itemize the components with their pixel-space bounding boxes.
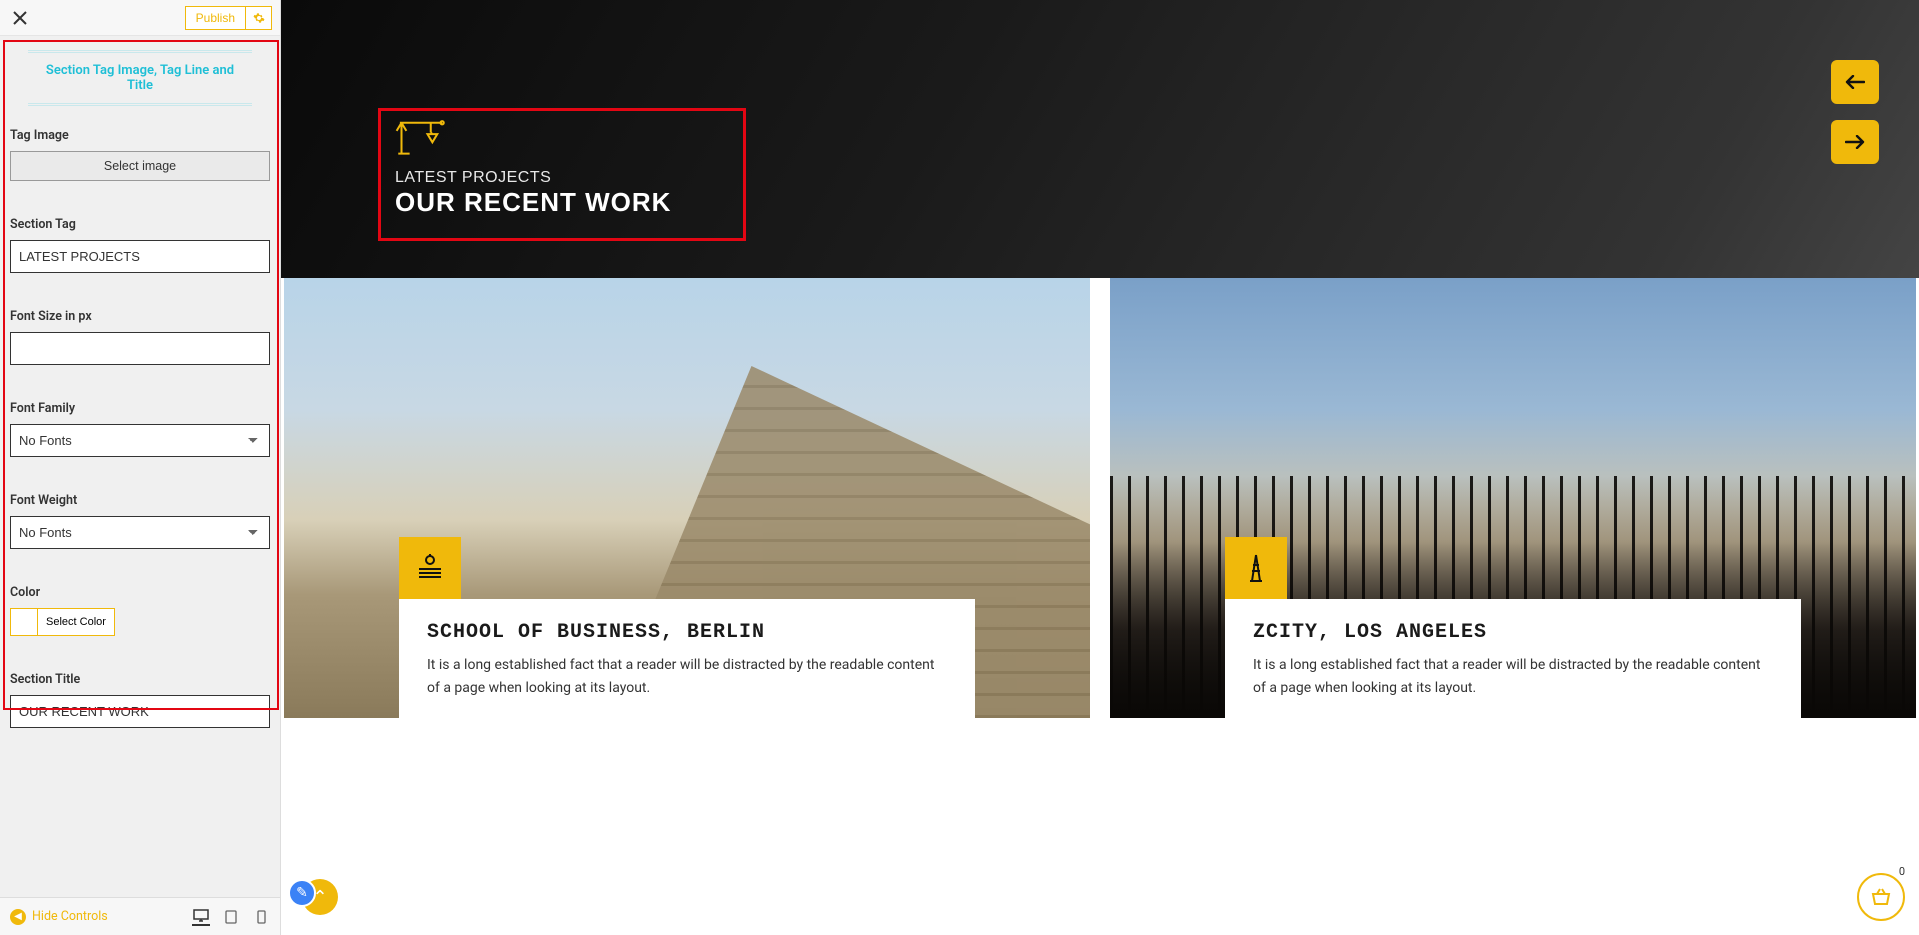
color-label: Color [10,585,270,600]
hide-controls-button[interactable]: ◀ Hide Controls [10,909,108,925]
project-info: ZCITY, LOS ANGELES It is a long establis… [1225,599,1801,718]
gear-icon [253,12,265,24]
desktop-icon [193,909,209,923]
section-title-label: Section Title [10,672,270,687]
panel-section-header-label: Section Tag Image, Tag Line and Title [28,52,252,104]
mobile-icon [257,910,266,924]
tablet-icon [225,910,237,924]
mobile-device-button[interactable] [252,908,270,926]
preview-section-tag: LATEST PROJECTS [395,169,729,187]
project-desc: It is a long established fact that a rea… [1253,654,1773,700]
select-image-button[interactable]: Select image [10,151,270,181]
editor-sidebar: Publish Section Tag Image, Tag Line and … [0,0,281,935]
publish-group: Publish [185,6,272,30]
close-icon [13,11,27,25]
color-picker: Select Color [10,608,115,636]
project-title: SCHOOL OF BUSINESS, BERLIN [427,621,947,644]
project-desc: It is a long established fact that a rea… [427,654,947,700]
edit-section-fab[interactable]: ✎ ⌃ [288,879,338,915]
project-title: ZCITY, LOS ANGELES [1253,621,1773,644]
device-switcher [192,908,270,926]
font-size-input[interactable] [10,332,270,365]
arrow-left-icon [1845,75,1865,89]
project-card[interactable]: SCHOOL OF BUSINESS, BERLIN It is a long … [284,278,1090,718]
hide-controls-label: Hide Controls [32,909,108,924]
font-family-label: Font Family [10,401,270,416]
project-badge [1225,537,1287,599]
crane-icon [395,117,447,161]
section-tag-input[interactable] [10,240,270,273]
font-weight-select[interactable]: No Fonts [10,516,270,549]
publish-button[interactable]: Publish [185,6,246,30]
sidebar-bottombar: ◀ Hide Controls [0,897,280,935]
project-badge [399,537,461,599]
arrow-left-icon: ◀ [10,909,26,925]
select-color-button[interactable]: Select Color [37,609,114,635]
section-hero: LATEST PROJECTS OUR RECENT WORK [281,0,1919,278]
basket-icon [1870,887,1892,907]
tablet-device-button[interactable] [222,908,240,926]
preview-section-title: OUR RECENT WORK [395,187,729,218]
pencil-icon: ✎ [288,879,316,907]
project-card[interactable]: ZCITY, LOS ANGELES It is a long establis… [1110,278,1916,718]
cart-button[interactable]: 0 [1857,873,1905,921]
color-swatch[interactable] [11,609,37,635]
carousel-nav [1831,60,1879,164]
section-title-input[interactable] [10,695,270,728]
section-tag-label: Section Tag [10,217,270,232]
carousel-next-button[interactable] [1831,120,1879,164]
font-family-select[interactable]: No Fonts [10,424,270,457]
preview-canvas: LATEST PROJECTS OUR RECENT WORK SCHOOL O… [281,0,1919,935]
project-info: SCHOOL OF BUSINESS, BERLIN It is a long … [399,599,975,718]
books-icon [413,551,447,585]
carousel-prev-button[interactable] [1831,60,1879,104]
font-weight-label: Font Weight [10,493,270,508]
panel-section-header: Section Tag Image, Tag Line and Title [28,50,252,106]
controls-body: Section Tag Image, Tag Line and Title Ta… [0,36,280,897]
cart-count: 0 [1899,865,1905,878]
tower-icon [1239,551,1273,585]
arrow-right-icon [1845,135,1865,149]
publish-settings-button[interactable] [246,6,272,30]
font-size-label: Font Size in px [10,309,270,324]
sidebar-topbar: Publish [0,0,280,36]
tag-image-label: Tag Image [10,128,270,143]
close-panel-button[interactable] [8,6,32,30]
projects-row: SCHOOL OF BUSINESS, BERLIN It is a long … [281,278,1919,718]
section-header-highlight: LATEST PROJECTS OUR RECENT WORK [378,108,746,241]
desktop-device-button[interactable] [192,908,210,926]
